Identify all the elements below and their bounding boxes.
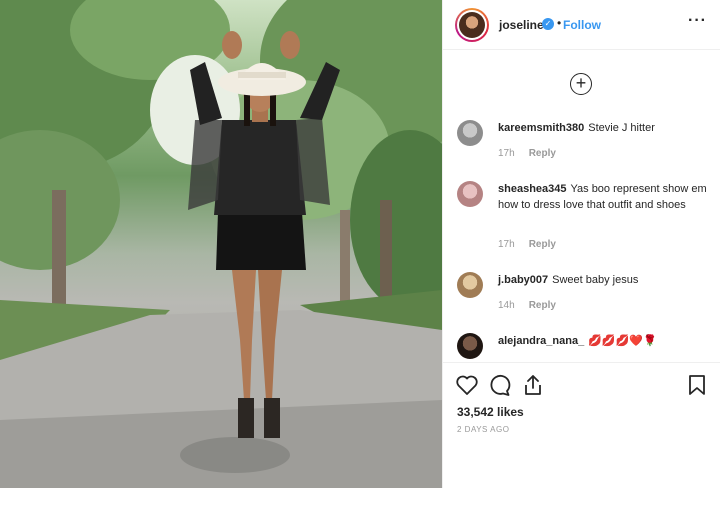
- post-date: 2 DAYS AGO: [457, 425, 510, 434]
- author-username[interactable]: joseline: [499, 18, 544, 32]
- author-avatar[interactable]: [457, 10, 487, 40]
- comment-meta: 17h Reply: [498, 148, 570, 159]
- reply-button[interactable]: Reply: [529, 239, 556, 250]
- comment-time: 17h: [498, 148, 515, 159]
- comment-meta: 17h Reply: [498, 239, 570, 250]
- header-separator: •: [557, 16, 562, 30]
- comment-text: Sweet baby jesus: [552, 274, 639, 286]
- post-photo-illustration: [0, 0, 442, 488]
- comment-body: sheashea345 Yas boo represent show em how…: [498, 181, 708, 213]
- post-photo[interactable]: [0, 0, 442, 488]
- reply-button[interactable]: Reply: [529, 300, 556, 311]
- post-header: joseline ✓ • Follow ···: [443, 0, 720, 50]
- follow-button[interactable]: Follow: [563, 18, 601, 32]
- author-avatar-ring[interactable]: [455, 8, 489, 42]
- page-bottom-margin: [0, 488, 720, 516]
- comment-time: 14h: [498, 300, 515, 311]
- comment-meta: 14h Reply: [498, 300, 570, 311]
- author-avatar-image: [459, 12, 485, 38]
- comment-body: kareemsmith380 Stevie J hitter: [498, 120, 708, 136]
- post-actions: 33,542 likes 2 DAYS AGO: [443, 362, 720, 442]
- comment-text: 💋💋💋❤️🌹: [588, 335, 657, 347]
- verified-badge-icon: ✓: [542, 18, 554, 30]
- comment-time: 17h: [498, 239, 515, 250]
- comment-body: j.baby007 Sweet baby jesus: [498, 272, 708, 288]
- share-icon[interactable]: [521, 374, 545, 396]
- commenter-username[interactable]: kareemsmith380: [498, 122, 584, 134]
- heart-icon[interactable]: [455, 374, 479, 396]
- like-count[interactable]: 33,542 likes: [457, 405, 524, 419]
- more-options-icon[interactable]: ···: [688, 12, 707, 30]
- commenter-username[interactable]: sheashea345: [498, 183, 567, 195]
- load-more-comments-icon[interactable]: +: [570, 73, 592, 95]
- commenter-avatar[interactable]: [457, 181, 483, 207]
- commenter-username[interactable]: j.baby007: [498, 274, 548, 286]
- bookmark-icon[interactable]: [687, 374, 707, 396]
- comment-text: Stevie J hitter: [588, 122, 655, 134]
- commenter-avatar[interactable]: [457, 120, 483, 146]
- instagram-post: joseline ✓ • Follow ··· + kareemsmith380…: [0, 0, 720, 488]
- comment-icon[interactable]: [488, 374, 512, 396]
- commenter-avatar[interactable]: [457, 272, 483, 298]
- commenter-username[interactable]: alejandra_nana_: [498, 335, 584, 347]
- reply-button[interactable]: Reply: [529, 148, 556, 159]
- post-side-panel: joseline ✓ • Follow ··· + kareemsmith380…: [442, 0, 720, 488]
- comment-body: alejandra_nana_ 💋💋💋❤️🌹: [498, 333, 708, 349]
- commenter-avatar[interactable]: [457, 333, 483, 359]
